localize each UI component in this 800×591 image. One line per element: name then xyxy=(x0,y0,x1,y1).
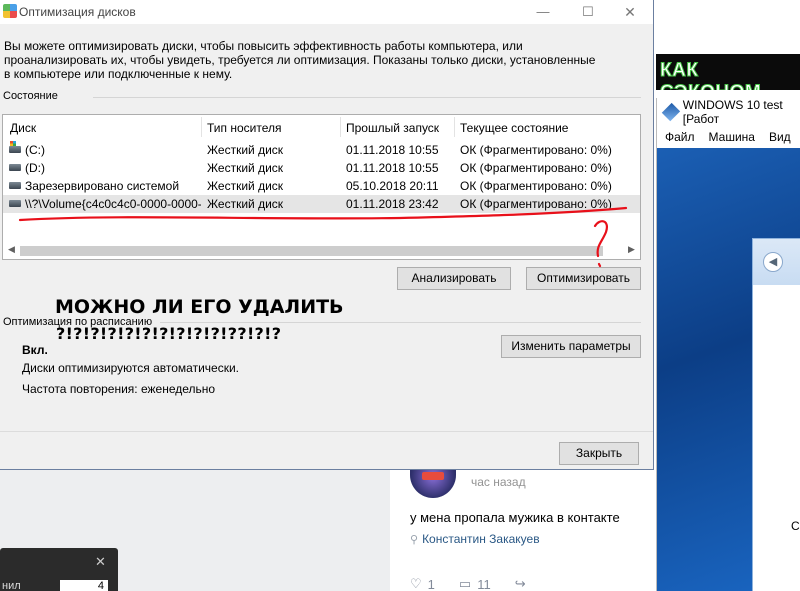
virtualbox-title: WINDOWS 10 test [Работ xyxy=(682,98,783,126)
close-window-button[interactable]: ✕ xyxy=(608,2,652,22)
drive-row[interactable]: (C:) Жесткий диск 01.11.2018 10:55 ОК (Ф… xyxy=(3,141,640,159)
comment-count: 11 xyxy=(477,576,491,591)
share-icon: ↪ xyxy=(514,576,526,591)
drive-row[interactable]: Зарезервировано системой Жесткий диск 05… xyxy=(3,177,640,195)
banner-image: КАК СЭКОНОМ xyxy=(656,54,800,90)
status-group-divider xyxy=(93,97,641,98)
column-divider[interactable] xyxy=(201,117,202,137)
drive-last-run: 01.11.2018 23:42 xyxy=(346,197,439,211)
dialog-title: Оптимизация дисков xyxy=(19,5,136,19)
drive-icon xyxy=(9,164,21,171)
defrag-app-icon xyxy=(3,4,17,18)
minimize-button[interactable]: — xyxy=(521,2,565,22)
menu-machine[interactable]: Машина xyxy=(709,130,755,144)
guest-explorer-window[interactable]: ◀ С xyxy=(752,238,800,591)
drive-media-type: Жесткий диск xyxy=(207,179,284,193)
comment-icon: ▭ xyxy=(458,576,472,591)
post-time[interactable]: час назад xyxy=(471,475,526,489)
annotation-question-marks: ?!?!?!?!?!?!?!?!?!?!??!?!? xyxy=(56,324,282,343)
comment-button[interactable]: ▭ 11 xyxy=(459,576,491,591)
optimize-drives-dialog: Оптимизация дисков — ☐ ✕ Вы можете оптим… xyxy=(0,0,654,470)
menu-view[interactable]: Вид xyxy=(769,130,791,144)
virtualbox-titlebar[interactable]: WINDOWS 10 test [Работ xyxy=(657,98,800,126)
drive-status: ОК (Фрагментировано: 0%) xyxy=(460,143,612,157)
user-icon: ⚲ xyxy=(410,534,419,546)
close-icon[interactable]: ✕ xyxy=(95,554,106,570)
analyze-button[interactable]: Анализировать xyxy=(397,267,511,290)
intro-text: Вы можете оптимизировать диски, чтобы по… xyxy=(4,39,596,81)
column-header-status[interactable]: Текущее состояние xyxy=(460,121,568,135)
column-divider[interactable] xyxy=(454,117,455,137)
guest-window-letter: С xyxy=(791,519,800,533)
drive-media-type: Жесткий диск xyxy=(207,197,284,211)
heart-icon: ♡ xyxy=(410,576,422,591)
optimize-button[interactable]: Оптимизировать xyxy=(526,267,641,290)
drive-name: (C:) xyxy=(25,143,45,157)
virtualbox-logo-icon xyxy=(661,102,680,122)
drive-last-run: 01.11.2018 10:55 xyxy=(346,161,439,175)
annotation-question: МОЖНО ЛИ ЕГО УДАЛИТЬ xyxy=(55,296,344,318)
like-button[interactable]: ♡ 1 xyxy=(410,576,435,591)
dark-popup-panel: ✕ нил 4 xyxy=(0,548,118,591)
close-button[interactable]: Закрыть xyxy=(559,442,639,465)
schedule-frequency: Частота повторения: еженедельно xyxy=(22,382,216,396)
share-button[interactable]: ↪ xyxy=(515,576,526,591)
change-settings-button[interactable]: Изменить параметры xyxy=(501,335,641,358)
horizontal-scrollbar[interactable]: ◀ ▶ xyxy=(3,243,640,259)
drive-status: ОК (Фрагментировано: 0%) xyxy=(460,197,612,211)
virtualbox-window: WINDOWS 10 test [Работ Файл Машина Вид ◀… xyxy=(656,98,800,591)
scroll-right-icon[interactable]: ▶ xyxy=(628,244,635,255)
column-header-media[interactable]: Тип носителя xyxy=(207,121,281,135)
drive-name: (D:) xyxy=(25,161,45,175)
drive-media-type: Жесткий диск xyxy=(207,161,284,175)
schedule-group-divider xyxy=(160,322,641,323)
post-text: у мена пропала мужика в контакте xyxy=(410,510,620,525)
guest-window-content: С xyxy=(753,285,800,591)
virtualbox-menubar: Файл Машина Вид xyxy=(657,126,800,148)
drives-list[interactable]: Диск Тип носителя Прошлый запуск Текущее… xyxy=(2,114,641,260)
drives-list-header: Диск Тип носителя Прошлый запуск Текущее… xyxy=(3,115,640,139)
drive-status: ОК (Фрагментировано: 0%) xyxy=(460,161,612,175)
drive-media-type: Жесткий диск xyxy=(207,143,284,157)
maximize-button[interactable]: ☐ xyxy=(566,2,610,22)
column-header-disk[interactable]: Диск xyxy=(10,121,36,135)
drive-name: Зарезервировано системой xyxy=(25,179,180,193)
windows-drive-icon xyxy=(9,141,21,153)
schedule-state: Вкл. xyxy=(22,343,48,357)
status-group-label: Состояние xyxy=(3,90,58,102)
back-arrow-icon[interactable]: ◀ xyxy=(763,252,783,272)
menu-file[interactable]: Файл xyxy=(665,130,695,144)
scrollbar-thumb[interactable] xyxy=(20,246,603,256)
drive-name: \\?\Volume{c4c0c4c0-0000-0000-... xyxy=(25,197,201,211)
drive-last-run: 01.11.2018 10:55 xyxy=(346,143,439,157)
guest-screen[interactable]: ◀ С xyxy=(657,148,800,591)
dark-panel-field[interactable]: 4 xyxy=(60,580,108,591)
banner-text: КАК СЭКОНОМ xyxy=(660,60,762,91)
footer-divider xyxy=(0,431,653,432)
drive-last-run: 05.10.2018 20:11 xyxy=(346,179,439,193)
dark-panel-label: нил xyxy=(2,580,21,591)
drive-icon xyxy=(9,182,21,189)
like-count: 1 xyxy=(427,576,435,591)
post-author[interactable]: ⚲ Константин Закакуев xyxy=(410,532,540,546)
dialog-titlebar[interactable]: Оптимизация дисков — ☐ ✕ xyxy=(0,0,653,24)
column-divider[interactable] xyxy=(340,117,341,137)
post-actions: ♡ 1 ▭ 11 ↪ xyxy=(410,576,540,591)
drive-row[interactable]: (D:) Жесткий диск 01.11.2018 10:55 ОК (Ф… xyxy=(3,159,640,177)
drive-status: ОК (Фрагментировано: 0%) xyxy=(460,179,612,193)
scroll-left-icon[interactable]: ◀ xyxy=(8,244,15,255)
schedule-description: Диски оптимизируются автоматически. xyxy=(22,361,240,375)
drive-icon xyxy=(9,200,21,207)
post-author-name[interactable]: Константин Закакуев xyxy=(422,532,540,546)
drive-row-selected[interactable]: \\?\Volume{c4c0c4c0-0000-0000-... Жестки… xyxy=(3,195,640,213)
guest-window-toolbar: ◀ xyxy=(753,239,800,285)
column-header-last-run[interactable]: Прошлый запуск xyxy=(346,121,439,135)
